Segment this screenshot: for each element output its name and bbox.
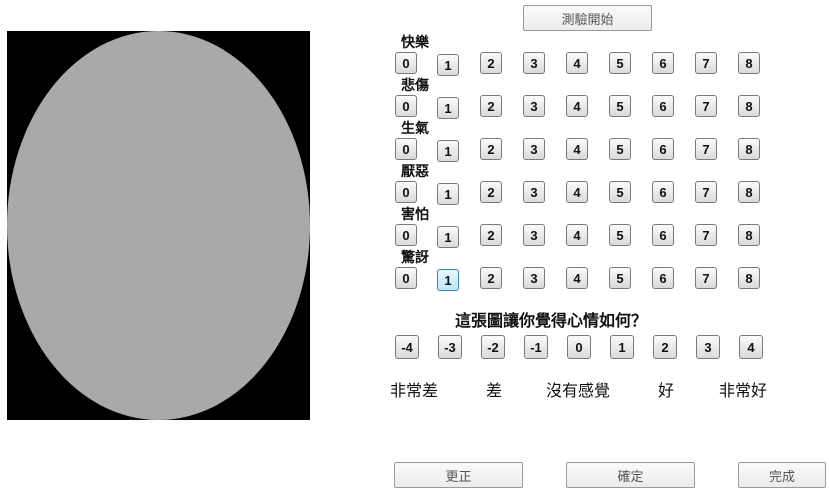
valence-button-minus4[interactable]: -4 [395,335,419,359]
valence-button-0[interactable]: 0 [567,335,591,359]
rating-button-surprise-0[interactable]: 0 [395,267,417,289]
rating-button-angry-5[interactable]: 5 [609,138,631,160]
rating-button-angry-7[interactable]: 7 [695,138,717,160]
emotion-label-happy: 快樂 [401,35,429,51]
rating-button-fear-0[interactable]: 0 [395,224,417,246]
rating-button-disgust-7[interactable]: 7 [695,181,717,203]
rating-button-fear-6[interactable]: 6 [652,224,674,246]
rating-button-fear-2[interactable]: 2 [480,224,502,246]
stimulus-gray-oval [7,31,310,420]
valence-button-minus3[interactable]: -3 [438,335,462,359]
rating-button-sad-2[interactable]: 2 [480,95,502,117]
scale-label-bad: 差 [486,381,503,400]
emotion-label-surprise: 驚訝 [401,250,429,266]
scale-label-very-good: 非常好 [719,381,768,400]
scale-label-no-feeling: 沒有感覺 [546,381,611,400]
rating-button-fear-8[interactable]: 8 [738,224,760,246]
rating-button-disgust-8[interactable]: 8 [738,181,760,203]
rating-button-happy-8[interactable]: 8 [738,52,760,74]
scale-label-good: 好 [658,381,675,400]
rating-button-disgust-4[interactable]: 4 [566,181,588,203]
correct-button[interactable]: 更正 [394,462,523,488]
rating-button-angry-1[interactable]: 1 [437,140,459,162]
rating-button-disgust-2[interactable]: 2 [480,181,502,203]
scale-label-very-bad: 非常差 [390,381,439,400]
valence-button-3[interactable]: 3 [696,335,720,359]
rating-button-sad-0[interactable]: 0 [395,95,417,117]
rating-button-fear-7[interactable]: 7 [695,224,717,246]
rating-button-surprise-4[interactable]: 4 [566,267,588,289]
rating-button-happy-1[interactable]: 1 [437,54,459,76]
rating-button-angry-6[interactable]: 6 [652,138,674,160]
rating-button-sad-5[interactable]: 5 [609,95,631,117]
rating-button-happy-5[interactable]: 5 [609,52,631,74]
valence-button-1[interactable]: 1 [610,335,634,359]
rating-button-angry-4[interactable]: 4 [566,138,588,160]
rating-button-sad-7[interactable]: 7 [695,95,717,117]
rating-button-surprise-8[interactable]: 8 [738,267,760,289]
finish-button[interactable]: 完成 [738,462,826,488]
rating-button-angry-3[interactable]: 3 [523,138,545,160]
rating-button-disgust-3[interactable]: 3 [523,181,545,203]
rating-button-fear-4[interactable]: 4 [566,224,588,246]
rating-button-sad-4[interactable]: 4 [566,95,588,117]
mood-question: 這張圖讓你覺得心情如何？ [455,311,648,330]
start-test-button[interactable]: 測驗開始 [523,5,652,31]
emotion-label-sad: 悲傷 [401,78,429,94]
valence-button-minus1[interactable]: -1 [524,335,548,359]
emotion-label-disgust: 厭惡 [401,164,429,180]
rating-button-disgust-6[interactable]: 6 [652,181,674,203]
rating-button-surprise-1[interactable]: 1 [437,269,459,291]
valence-button-2[interactable]: 2 [653,335,677,359]
valence-button-4[interactable]: 4 [739,335,763,359]
rating-button-surprise-3[interactable]: 3 [523,267,545,289]
rating-button-disgust-0[interactable]: 0 [395,181,417,203]
rating-button-sad-8[interactable]: 8 [738,95,760,117]
rating-button-surprise-2[interactable]: 2 [480,267,502,289]
rating-button-surprise-6[interactable]: 6 [652,267,674,289]
rating-button-surprise-7[interactable]: 7 [695,267,717,289]
rating-button-angry-8[interactable]: 8 [738,138,760,160]
rating-button-sad-1[interactable]: 1 [437,97,459,119]
rating-button-fear-3[interactable]: 3 [523,224,545,246]
rating-button-happy-4[interactable]: 4 [566,52,588,74]
rating-button-angry-0[interactable]: 0 [395,138,417,160]
rating-button-surprise-5[interactable]: 5 [609,267,631,289]
rating-button-happy-0[interactable]: 0 [395,52,417,74]
rating-button-happy-7[interactable]: 7 [695,52,717,74]
emotion-label-fear: 害怕 [401,207,429,223]
confirm-button[interactable]: 確定 [566,462,695,488]
rating-button-disgust-1[interactable]: 1 [437,183,459,205]
rating-button-disgust-5[interactable]: 5 [609,181,631,203]
stimulus-image-panel [7,31,310,420]
rating-button-happy-2[interactable]: 2 [480,52,502,74]
emotion-label-angry: 生氣 [401,121,429,137]
rating-button-fear-1[interactable]: 1 [437,226,459,248]
valence-button-minus2[interactable]: -2 [481,335,505,359]
rating-button-sad-6[interactable]: 6 [652,95,674,117]
rating-button-happy-6[interactable]: 6 [652,52,674,74]
rating-button-fear-5[interactable]: 5 [609,224,631,246]
rating-button-angry-2[interactable]: 2 [480,138,502,160]
rating-button-happy-3[interactable]: 3 [523,52,545,74]
rating-button-sad-3[interactable]: 3 [523,95,545,117]
